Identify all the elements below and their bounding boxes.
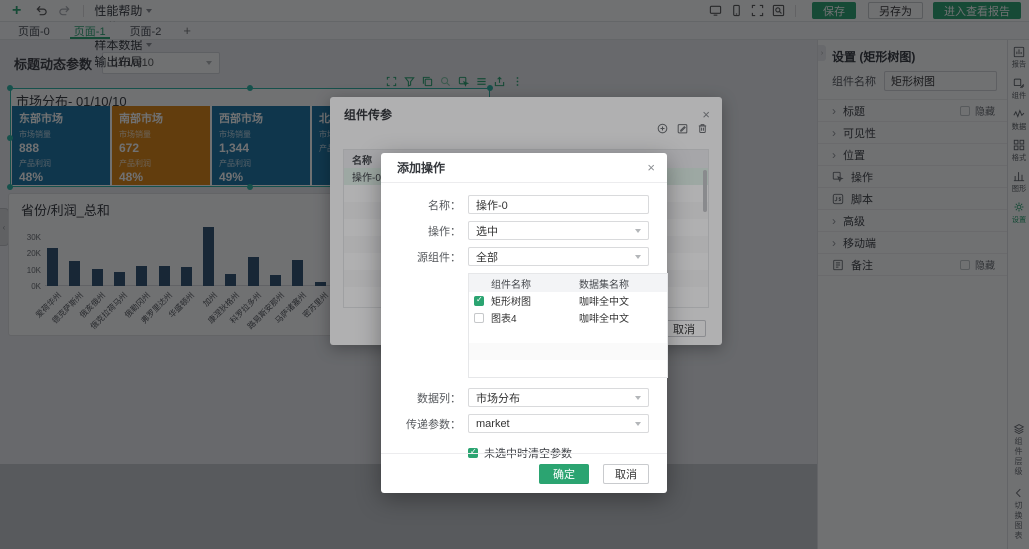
component-name-cell: 图表4: [489, 310, 577, 325]
empty-row: [469, 326, 667, 343]
empty-row: [469, 343, 667, 360]
cancel-button[interactable]: 取消: [603, 464, 649, 484]
name-field-label: 名称：: [399, 197, 461, 213]
component-name-cell: 矩形树图: [489, 293, 577, 308]
table-row[interactable]: 图表4咖啡全中文: [469, 309, 667, 326]
component-select-table[interactable]: 组件名称数据集名称矩形树图咖啡全中文图表4咖啡全中文: [468, 273, 668, 378]
pass-param-select[interactable]: market: [468, 414, 649, 433]
add-action-dialog: 添加操作 × 名称： 操作-0 操作： 选中 源组件： 全部 组件名称数据集名称…: [381, 153, 667, 493]
checkbox-cell: [469, 313, 489, 323]
row-checkbox[interactable]: [474, 313, 484, 323]
chevron-down-icon: [635, 422, 641, 426]
table-header-row: 组件名称数据集名称: [469, 274, 667, 292]
close-icon[interactable]: ×: [647, 161, 655, 174]
dataset-name-cell: 咖啡全中文: [577, 310, 667, 325]
row-checkbox[interactable]: [474, 296, 484, 306]
chevron-down-icon: [635, 255, 641, 259]
source-field-label: 源组件：: [399, 249, 461, 265]
param-field-label: 传递参数：: [399, 416, 461, 432]
table-row[interactable]: 矩形树图咖啡全中文: [469, 292, 667, 309]
action-select[interactable]: 选中: [468, 221, 649, 240]
data-column-select[interactable]: 市场分布: [468, 388, 649, 407]
chevron-down-icon: [635, 229, 641, 233]
empty-row: [469, 360, 667, 377]
column-header: 组件名称: [489, 276, 577, 291]
datacol-field-label: 数据列：: [399, 390, 461, 406]
column-header: 数据集名称: [577, 276, 667, 291]
ok-button[interactable]: 确定: [539, 464, 589, 484]
dialog-title: 添加操作: [397, 159, 445, 176]
chevron-down-icon: [635, 396, 641, 400]
action-field-label: 操作：: [399, 223, 461, 239]
name-input[interactable]: 操作-0: [468, 195, 649, 214]
dataset-name-cell: 咖啡全中文: [577, 293, 667, 308]
checkbox-cell: [469, 296, 489, 306]
source-component-select[interactable]: 全部: [468, 247, 649, 266]
